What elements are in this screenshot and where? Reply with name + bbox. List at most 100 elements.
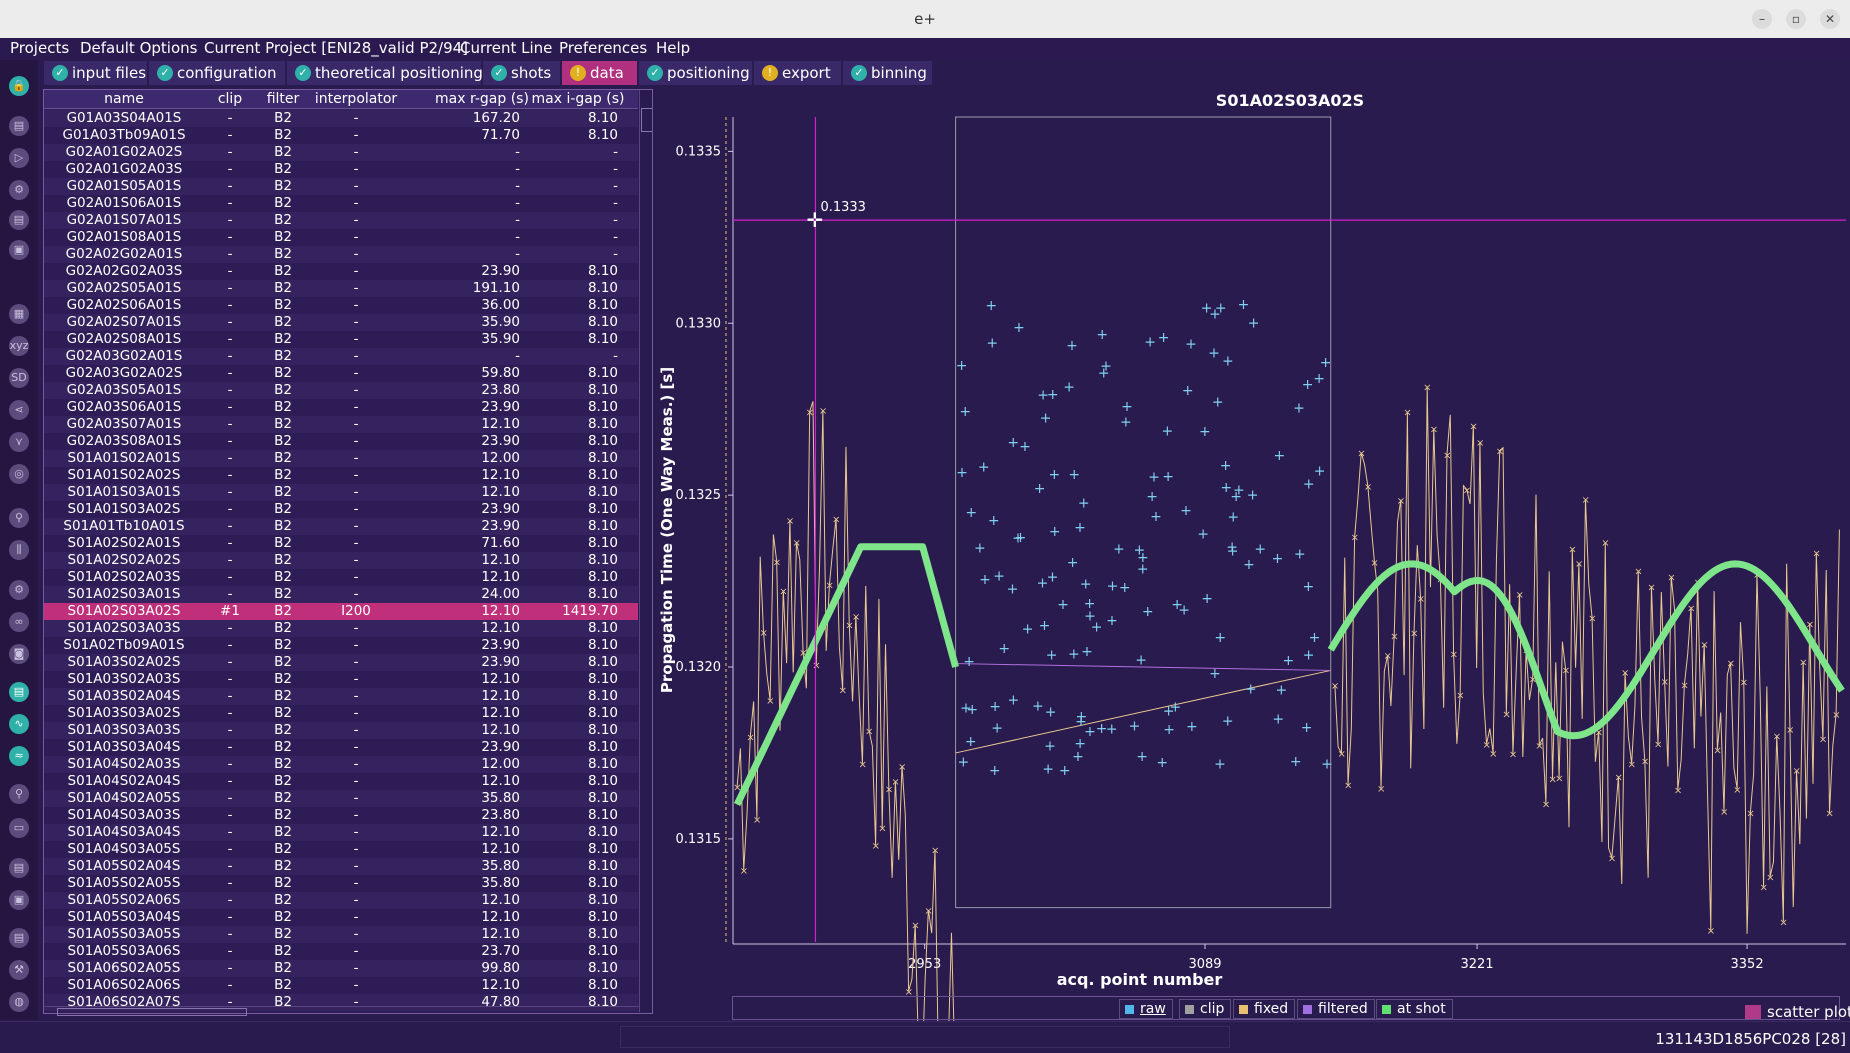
raw-marker: +: [958, 754, 970, 770]
raw-marker: +: [1068, 646, 1080, 662]
fixed-marker: ×: [753, 815, 761, 826]
raw-marker: +: [1209, 306, 1221, 322]
fixed-marker: ×: [1568, 544, 1576, 555]
x-tick-label: 3221: [1461, 957, 1494, 972]
raw-marker: +: [988, 513, 1000, 529]
raw-marker: +: [1037, 388, 1049, 404]
legend-filtered[interactable]: filtered: [1297, 999, 1375, 1019]
raw-marker: +: [1136, 749, 1148, 765]
legend-raw[interactable]: raw: [1119, 999, 1173, 1019]
raw-marker: +: [991, 721, 1003, 737]
fixed-marker: ×: [1621, 668, 1629, 679]
raw-marker: +: [1045, 704, 1057, 720]
raw-marker: +: [1007, 692, 1019, 708]
raw-marker: +: [1320, 355, 1332, 371]
raw-marker: +: [1208, 346, 1220, 362]
fixed-marker: ×: [740, 866, 748, 877]
raw-marker: +: [1007, 581, 1019, 597]
raw-marker: +: [1294, 547, 1306, 563]
raw-marker: +: [1302, 377, 1314, 393]
raw-marker: +: [1275, 683, 1287, 699]
fixed-marker: ×: [1779, 917, 1787, 928]
fixed-marker: ×: [1443, 450, 1451, 461]
raw-marker: +: [1254, 542, 1266, 558]
raw-marker: +: [1293, 400, 1305, 416]
fixed-marker: ×: [819, 406, 827, 417]
fixed-marker: ×: [1450, 649, 1458, 660]
raw-marker: +: [1163, 722, 1175, 738]
raw-marker: +: [1186, 719, 1198, 735]
legend-clip[interactable]: clip: [1179, 999, 1232, 1019]
raw-marker: +: [1044, 739, 1056, 755]
raw-marker: +: [1303, 579, 1315, 595]
fixed-marker: ×: [1746, 808, 1754, 819]
fixed-marker: ×: [931, 846, 939, 857]
raw-marker: +: [1121, 399, 1133, 415]
raw-marker: +: [1067, 555, 1079, 571]
fixed-marker: ×: [878, 824, 886, 835]
raw-marker: +: [1068, 467, 1080, 483]
fixed-marker: ×: [1799, 658, 1807, 669]
fixed-marker: ×: [1654, 739, 1662, 750]
fixed-marker: ×: [746, 732, 754, 743]
raw-marker: +: [1214, 630, 1226, 646]
fixed-marker: ×: [779, 586, 787, 597]
raw-marker: +: [1156, 755, 1168, 771]
raw-marker: +: [1049, 524, 1061, 540]
x-axis-label: acq. point number: [1057, 970, 1223, 989]
legend-at-shot[interactable]: at shot: [1376, 999, 1453, 1019]
chart-plot[interactable]: 0.13150.13200.13250.13300.13352953 3089 32…: [0, 0, 1850, 1021]
raw-marker: +: [1301, 720, 1313, 736]
raw-marker: +: [1032, 699, 1044, 715]
raw-marker: +: [1039, 618, 1051, 634]
fixed-marker: ×: [911, 921, 919, 932]
raw-marker: +: [1222, 354, 1234, 370]
raw-marker: +: [1313, 371, 1325, 387]
fixed-marker: ×: [1819, 734, 1827, 745]
fixed-marker: ×: [1384, 651, 1392, 662]
fixed-marker: ×: [1733, 785, 1741, 796]
fixed-marker: ×: [1608, 854, 1616, 865]
raw-marker: +: [1158, 330, 1170, 346]
fixed-marker: ×: [1634, 567, 1642, 578]
raw-marker: +: [1290, 754, 1302, 770]
fixed-marker: ×: [1423, 383, 1431, 394]
fixed-marker: ×: [1397, 496, 1405, 507]
fixed-marker: ×: [1476, 438, 1484, 449]
raw-marker: +: [1212, 395, 1224, 411]
fixed-marker: ×: [1760, 882, 1768, 893]
raw-marker: +: [959, 404, 971, 420]
fixed-series-right: [1334, 386, 1840, 934]
fixed-marker: ×: [1707, 926, 1715, 937]
fixed-marker: ×: [1826, 808, 1834, 819]
y-tick-label: 0.1320: [676, 660, 722, 675]
raw-marker: +: [1019, 439, 1031, 455]
raw-marker: +: [1135, 652, 1147, 668]
raw-marker: +: [1163, 704, 1175, 720]
clip-box: [955, 116, 1332, 909]
y-tick-label: 0.1315: [676, 832, 722, 847]
fixed-marker: ×: [773, 557, 781, 568]
fixed-marker: ×: [1588, 613, 1596, 624]
fixed-marker: ×: [1793, 766, 1801, 777]
raw-marker: +: [1012, 531, 1024, 547]
fixed-marker: ×: [1773, 732, 1781, 743]
raw-marker: +: [1096, 721, 1108, 737]
fixed-marker: ×: [1680, 680, 1688, 691]
fixed-marker: ×: [1357, 449, 1365, 460]
y-tick-label: 0.1330: [676, 316, 722, 331]
legend-fixed[interactable]: fixed: [1233, 999, 1296, 1019]
fixed-marker: ×: [812, 660, 820, 671]
raw-marker: +: [989, 763, 1001, 779]
y-tick-label: 0.1335: [676, 144, 722, 159]
raw-marker: +: [965, 734, 977, 750]
raw-marker: +: [1106, 722, 1118, 738]
fixed-marker: ×: [1628, 760, 1636, 771]
fixed-marker: ×: [891, 777, 899, 788]
raw-marker: +: [1119, 580, 1131, 596]
raw-marker: +: [1042, 761, 1054, 777]
raw-marker: +: [1209, 666, 1221, 682]
raw-marker: +: [1007, 435, 1019, 451]
fixed-marker: ×: [1812, 548, 1820, 559]
raw-marker: +: [978, 460, 990, 476]
